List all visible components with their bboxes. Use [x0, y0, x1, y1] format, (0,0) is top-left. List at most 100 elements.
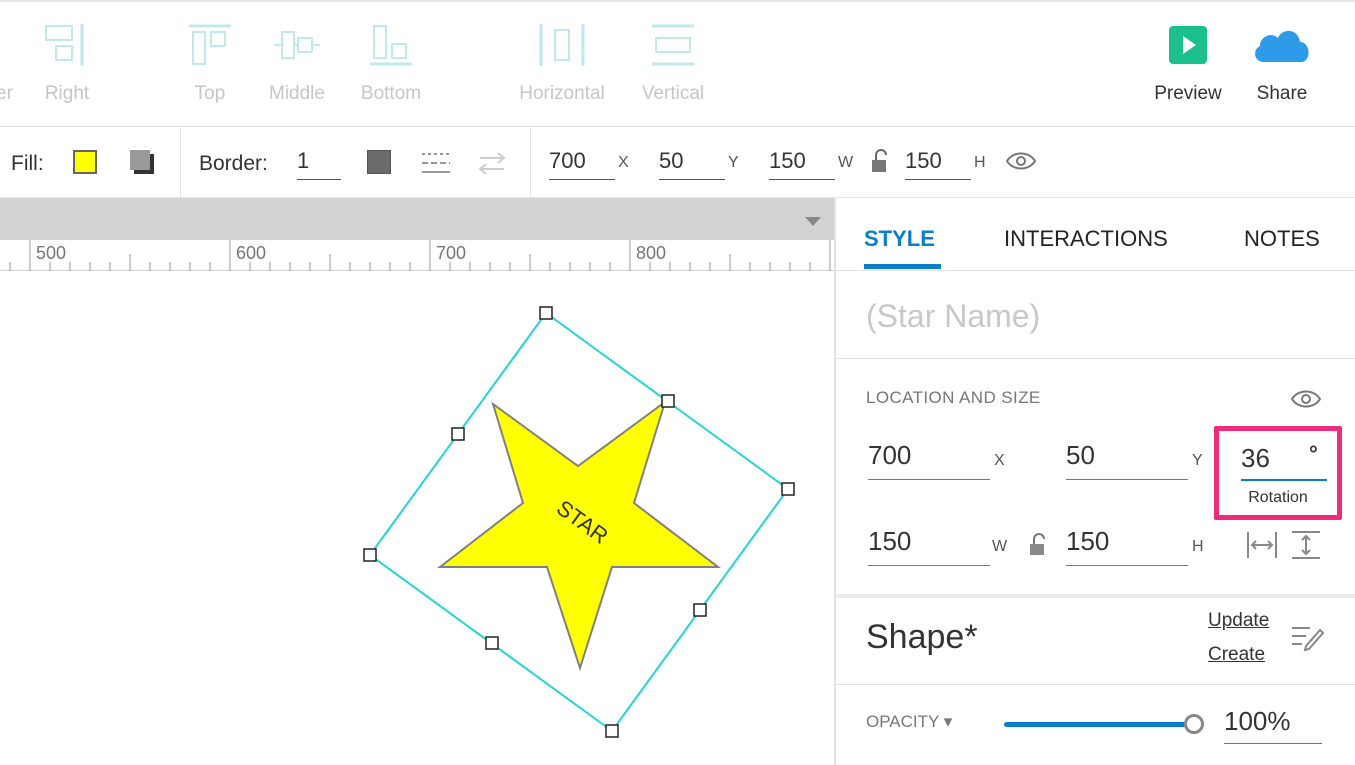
distribute-vertical-button[interactable]: Vertical — [628, 22, 718, 104]
y-field[interactable]: 50 — [1066, 440, 1188, 480]
eye-icon[interactable] — [1290, 388, 1322, 410]
divider — [180, 128, 181, 198]
fill-label: Fill: — [11, 152, 44, 175]
align-right-label: Right — [44, 83, 90, 104]
style-panel: STYLE INTERACTIONS NOTES (Star Name) LOC… — [834, 198, 1355, 765]
caret-down-icon[interactable] — [804, 216, 822, 228]
x-axis-label: X — [994, 452, 1005, 469]
height-input[interactable]: 150 — [905, 148, 971, 180]
resize-handle[interactable] — [451, 427, 465, 441]
distribute-vertical-icon — [652, 24, 694, 66]
app-window: er Right Top Middle Bottom Horizontal Ve… — [0, 0, 1355, 765]
tab-interactions[interactable]: INTERACTIONS — [1004, 226, 1168, 252]
width-field[interactable]: 150 — [868, 526, 990, 566]
y-input[interactable]: 50 — [659, 148, 725, 180]
x-axis-label: X — [618, 154, 629, 171]
rotation-highlight: 36 ° Rotation — [1214, 426, 1342, 520]
distribute-vertical-label: Vertical — [641, 83, 705, 104]
height-field[interactable]: 150 — [1066, 526, 1188, 566]
opacity-slider-handle[interactable] — [1184, 714, 1204, 734]
x-field[interactable]: 700 — [868, 440, 990, 480]
unlock-icon[interactable] — [870, 148, 890, 174]
shape-name-input[interactable]: (Star Name) — [866, 298, 1040, 335]
ruler-label: 800 — [636, 243, 667, 263]
preview-button[interactable]: Preview — [1143, 22, 1233, 104]
resize-handle[interactable] — [661, 394, 675, 408]
resize-handle[interactable] — [539, 306, 553, 320]
divider — [530, 128, 531, 198]
y-axis-label: Y — [728, 154, 739, 171]
unlock-icon[interactable] — [1028, 532, 1048, 556]
preview-label: Preview — [1154, 83, 1222, 104]
degree-symbol: ° — [1309, 441, 1318, 466]
distribute-horizontal-button[interactable]: Horizontal — [517, 22, 607, 104]
share-button[interactable]: Share — [1237, 22, 1327, 104]
eye-icon[interactable] — [1005, 150, 1037, 172]
x-input[interactable]: 700 — [549, 148, 615, 180]
resize-handle[interactable] — [781, 482, 795, 496]
h-axis-label: H — [1192, 538, 1204, 555]
resize-handle[interactable] — [693, 603, 707, 617]
ruler-label: 700 — [436, 243, 467, 263]
align-top-icon — [189, 24, 231, 65]
align-bottom-icon — [370, 25, 412, 66]
w-axis-label: W — [992, 538, 1008, 555]
resize-handle[interactable] — [605, 724, 619, 738]
create-style-link[interactable]: Create — [1208, 644, 1265, 666]
h-axis-label: H — [974, 154, 986, 171]
align-bottom-button[interactable]: Bottom — [346, 22, 436, 104]
opacity-label[interactable]: OPACITY ▾ — [866, 712, 952, 732]
resize-handle[interactable] — [363, 548, 377, 562]
canvas-drawing: STAR — [363, 306, 795, 738]
align-center-label-partial[interactable]: er — [0, 83, 13, 105]
arrow-style-icon[interactable] — [476, 148, 508, 178]
divider — [836, 594, 1355, 598]
border-label: Border: — [199, 152, 268, 175]
align-top-button[interactable]: Top — [165, 22, 255, 104]
align-middle-button[interactable]: Middle — [252, 22, 342, 104]
y-axis-label: Y — [1192, 452, 1203, 469]
opacity-input[interactable]: 100% — [1224, 706, 1322, 744]
active-tab-indicator — [864, 264, 941, 269]
divider — [836, 684, 1355, 685]
rotation-label: Rotation — [1248, 489, 1308, 506]
edit-icon[interactable] — [1290, 622, 1324, 652]
properties-bar: Fill: Border: 1 700 X 50 Y 150 W 150 H — [0, 128, 1355, 198]
divider — [836, 358, 1355, 359]
style-title: Shape* — [866, 618, 978, 656]
distribute-horizontal-label: Horizontal — [519, 83, 605, 104]
tab-style[interactable]: STYLE — [864, 226, 935, 252]
design-canvas[interactable]: STAR — [0, 272, 834, 765]
border-width-input[interactable]: 1 — [297, 148, 341, 180]
cloud-icon — [1255, 30, 1309, 62]
fill-color-swatch[interactable] — [73, 150, 97, 174]
location-size-heading: LOCATION AND SIZE — [866, 388, 1041, 407]
tab-notes[interactable]: NOTES — [1244, 226, 1320, 252]
align-middle-icon — [274, 31, 320, 59]
shadow-icon[interactable] — [128, 148, 158, 178]
top-toolbar: er Right Top Middle Bottom Horizontal Ve… — [0, 0, 1355, 127]
align-middle-label: Middle — [269, 83, 325, 104]
share-label: Share — [1256, 83, 1308, 104]
border-style-icon[interactable] — [420, 148, 452, 178]
horizontal-ruler: 500 600 700 800 — [0, 240, 834, 271]
resize-handle[interactable] — [485, 636, 499, 650]
update-style-link[interactable]: Update — [1208, 610, 1269, 632]
opacity-slider-track[interactable] — [1004, 722, 1192, 727]
star-shape[interactable] — [437, 399, 721, 672]
canvas-header — [0, 198, 834, 240]
fit-height-icon[interactable] — [1290, 530, 1322, 560]
align-bottom-label: Bottom — [360, 83, 422, 104]
distribute-horizontal-icon — [539, 24, 585, 66]
align-right-button[interactable]: Right — [22, 22, 112, 104]
ruler-label: 500 — [36, 243, 67, 263]
play-icon — [1169, 26, 1207, 64]
w-axis-label: W — [838, 154, 854, 171]
width-input[interactable]: 150 — [769, 148, 835, 180]
border-color-swatch[interactable] — [367, 150, 391, 174]
ruler-ticks — [9, 240, 831, 271]
fit-width-icon[interactable] — [1246, 530, 1278, 560]
divider — [836, 270, 1355, 271]
align-right-icon — [45, 24, 84, 66]
align-top-label: Top — [194, 83, 226, 104]
